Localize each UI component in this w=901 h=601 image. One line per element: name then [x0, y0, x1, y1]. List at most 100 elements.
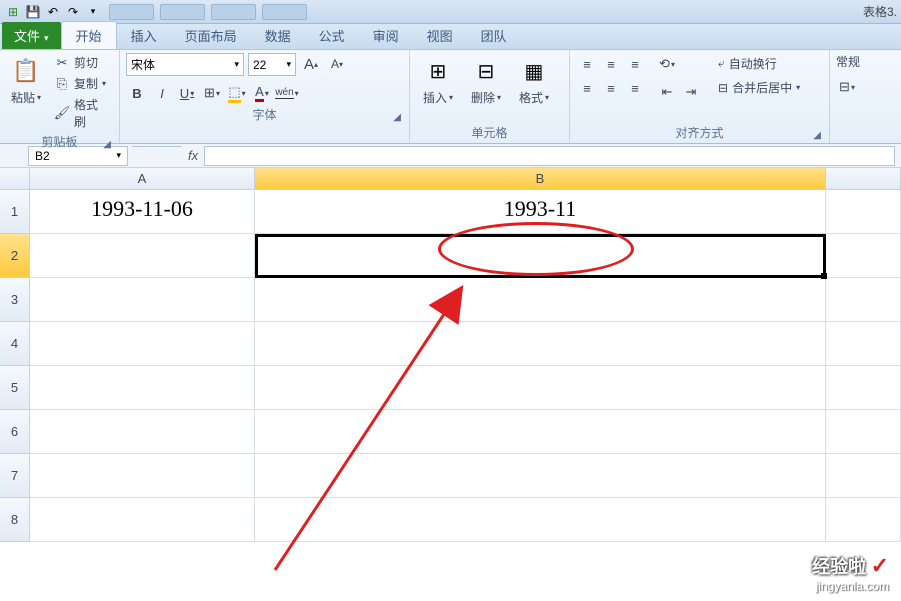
wrap-text-button[interactable]: ⤶自动换行 — [714, 53, 804, 74]
number-format-button[interactable]: ⊟▾ — [836, 76, 858, 98]
select-all-corner[interactable] — [0, 168, 30, 190]
col-header-rest[interactable] — [826, 168, 901, 190]
tab-review[interactable]: 审阅 — [359, 22, 413, 49]
col-header-b[interactable]: B — [255, 168, 826, 190]
cell-c4[interactable] — [826, 322, 901, 366]
cell-b6[interactable] — [255, 410, 826, 454]
bold-button[interactable]: B — [126, 82, 148, 104]
tab-insert[interactable]: 插入 — [117, 22, 171, 49]
font-size-select[interactable]: 22▾ — [248, 53, 296, 76]
tab-file[interactable]: 文件▾ — [2, 22, 61, 49]
format-cell-button[interactable]: ▦ 格式▾ — [512, 53, 556, 108]
row-header-5[interactable]: 5 — [0, 366, 30, 410]
title-bar: ⊞ 💾 ↶ ↷ ▾ 表格3. — [0, 0, 901, 24]
cell-b7[interactable] — [255, 454, 826, 498]
cell-a8[interactable] — [30, 498, 255, 542]
delete-cell-button[interactable]: ⊟ 删除▾ — [464, 53, 508, 108]
merge-center-button[interactable]: ⊟合并后居中▾ — [714, 77, 804, 98]
cell-b5[interactable] — [255, 366, 826, 410]
window-tab-4[interactable] — [262, 4, 307, 20]
cell-b1[interactable]: 1993-11 — [255, 190, 826, 234]
row-header-1[interactable]: 1 — [0, 190, 30, 234]
cut-button[interactable]: ✂剪切 — [50, 53, 113, 72]
fx-label[interactable]: fx — [188, 148, 198, 163]
cell-c7[interactable] — [826, 454, 901, 498]
brush-icon: 🖌 — [54, 105, 70, 121]
window-tab-1[interactable] — [109, 4, 154, 20]
decrease-indent-button[interactable]: ⇤ — [656, 81, 678, 103]
row-header-8[interactable]: 8 — [0, 498, 30, 542]
align-center-button[interactable]: ≡ — [600, 77, 622, 99]
ribbon-tabs: 文件▾ 开始 插入 页面布局 数据 公式 审阅 视图 团队 — [0, 24, 901, 50]
cell-a6[interactable] — [30, 410, 255, 454]
fill-color-button[interactable]: ⬚▾ — [226, 82, 248, 104]
tab-team[interactable]: 团队 — [467, 22, 521, 49]
tab-view[interactable]: 视图 — [413, 22, 467, 49]
font-color-button[interactable]: A▾ — [251, 82, 273, 104]
phonetic-button[interactable]: wén▾ — [276, 82, 298, 104]
decrease-font-button[interactable]: A▾ — [326, 53, 348, 75]
border-button[interactable]: ⊞▾ — [201, 82, 223, 104]
cell-a2[interactable] — [30, 234, 255, 278]
copy-icon: ⎘ — [54, 76, 70, 92]
font-launcher[interactable]: ◢ — [393, 112, 401, 123]
row-header-6[interactable]: 6 — [0, 410, 30, 454]
cell-b2[interactable] — [255, 234, 826, 278]
row-header-4[interactable]: 4 — [0, 322, 30, 366]
cell-c6[interactable] — [826, 410, 901, 454]
alignment-launcher[interactable]: ◢ — [813, 130, 821, 141]
font-name-select[interactable]: 宋体▾ — [126, 53, 244, 76]
align-left-button[interactable]: ≡ — [576, 77, 598, 99]
window-tab-2[interactable] — [160, 4, 205, 20]
quick-access-toolbar: ⊞ 💾 ↶ ↷ ▾ — [0, 3, 106, 21]
formula-input[interactable] — [204, 146, 895, 166]
number-format-label: 常规 — [836, 53, 884, 70]
tab-formula[interactable]: 公式 — [305, 22, 359, 49]
italic-button[interactable]: I — [151, 82, 173, 104]
save-icon[interactable]: 💾 — [24, 3, 42, 21]
tab-data[interactable]: 数据 — [251, 22, 305, 49]
cell-c3[interactable] — [826, 278, 901, 322]
insert-cell-button[interactable]: ⊞ 插入▾ — [416, 53, 460, 108]
tab-home[interactable]: 开始 — [61, 21, 117, 49]
cell-b8[interactable] — [255, 498, 826, 542]
underline-button[interactable]: U▾ — [176, 82, 198, 104]
cell-a1[interactable]: 1993-11-06 — [30, 190, 255, 234]
cell-a7[interactable] — [30, 454, 255, 498]
cell-c1[interactable] — [826, 190, 901, 234]
alignment-label: 对齐方式 — [675, 126, 723, 140]
increase-indent-button[interactable]: ⇥ — [680, 81, 702, 103]
col-header-a[interactable]: A — [30, 168, 255, 190]
watermark: 经验啦 ✓ jingyanla.com — [812, 553, 889, 593]
orientation-button[interactable]: ⟲▾ — [656, 53, 678, 75]
formula-bar: B2▾ fx — [0, 144, 901, 168]
increase-font-button[interactable]: A▴ — [300, 53, 322, 75]
format-painter-button[interactable]: 🖌格式刷 — [50, 95, 113, 131]
copy-button[interactable]: ⎘复制▾ — [50, 74, 113, 93]
cell-b4[interactable] — [255, 322, 826, 366]
row-header-3[interactable]: 3 — [0, 278, 30, 322]
group-alignment: ≡ ≡ ≡ ≡ ≡ ≡ ⟲▾ ⇤ ⇥ ⤶自动换行 ⊟合并后居中 — [570, 50, 830, 143]
cell-a3[interactable] — [30, 278, 255, 322]
cell-c5[interactable] — [826, 366, 901, 410]
align-bottom-button[interactable]: ≡ — [624, 53, 646, 75]
group-font: 宋体▾ 22▾ A▴ A▾ B I U▾ ⊞▾ ⬚▾ A▾ wén▾ 字体◢ — [120, 50, 410, 143]
window-tab-3[interactable] — [211, 4, 256, 20]
align-middle-button[interactable]: ≡ — [600, 53, 622, 75]
clipboard-launcher[interactable]: ◢ — [103, 139, 111, 150]
row-header-7[interactable]: 7 — [0, 454, 30, 498]
cell-b3[interactable] — [255, 278, 826, 322]
qat-dropdown-icon[interactable]: ▾ — [84, 3, 102, 21]
cell-a5[interactable] — [30, 366, 255, 410]
align-top-button[interactable]: ≡ — [576, 53, 598, 75]
name-box-curve — [132, 146, 182, 166]
redo-icon[interactable]: ↷ — [64, 3, 82, 21]
tab-layout[interactable]: 页面布局 — [171, 22, 251, 49]
cell-c8[interactable] — [826, 498, 901, 542]
cell-c2[interactable] — [826, 234, 901, 278]
row-header-2[interactable]: 2 — [0, 234, 30, 278]
align-right-button[interactable]: ≡ — [624, 77, 646, 99]
undo-icon[interactable]: ↶ — [44, 3, 62, 21]
cell-a4[interactable] — [30, 322, 255, 366]
paste-button[interactable]: 📋 粘贴▾ — [6, 53, 46, 108]
